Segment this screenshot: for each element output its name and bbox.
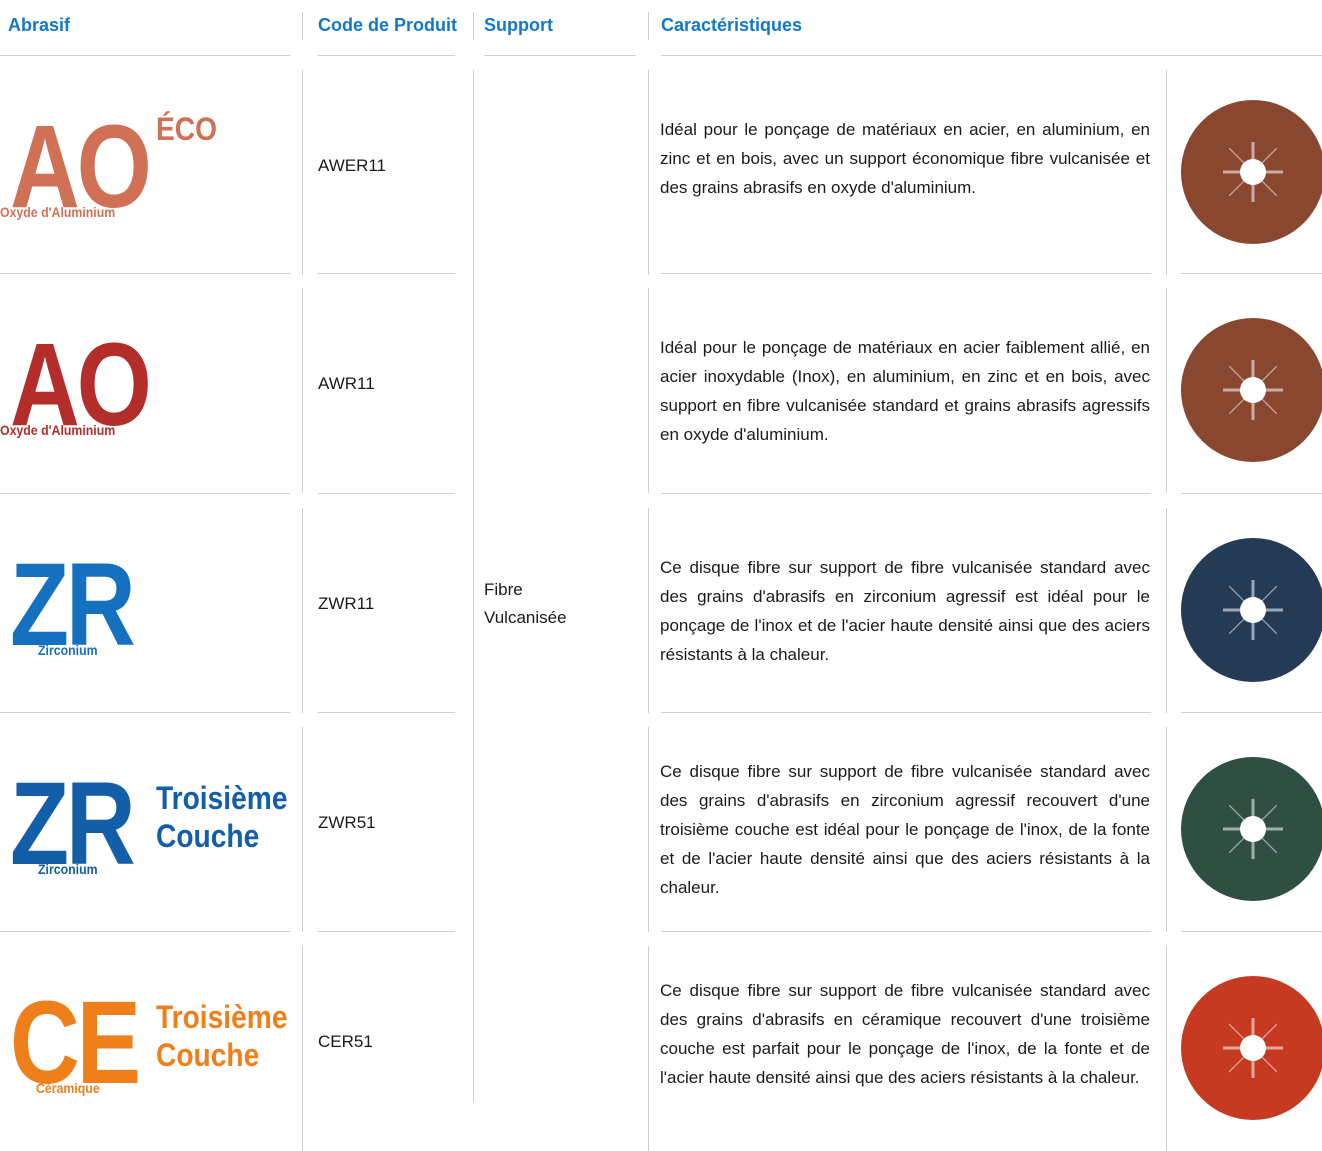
row-separator [0,493,290,494]
product-code: AWR11 [318,374,375,393]
row-separator [661,493,1151,494]
row-separator [318,931,455,932]
abrasive-disc-image [1181,538,1322,682]
abrasive-logo-subtitle: Zirconium [38,861,98,877]
row-separator [1181,712,1322,713]
abrasive-logo-subtitle: Oxyde d'Aluminium [0,204,116,220]
row-separator [318,712,455,713]
product-code: ZWR51 [318,813,376,832]
row-divider [648,288,649,493]
abrasive-logo-tag: Troisième Couche [156,999,288,1073]
abrasive-disc-image [1181,318,1322,462]
row-divider [302,508,303,713]
row-divider [1166,946,1167,1151]
abrasive-logo-subtitle: Céramique [36,1080,100,1096]
support-value: Fibre Vulcanisée [484,580,567,627]
row-divider [302,727,303,932]
support-divider [473,70,474,1102]
header-divider [648,12,649,40]
row-separator [1181,273,1322,274]
header-underline [661,55,1322,56]
product-code: AWER11 [318,156,387,175]
row-separator [1181,931,1322,932]
row-divider [1166,288,1167,493]
abrasive-logo-tag: ÉCO [156,111,218,147]
product-description: Ce disque fibre sur support de fibre vul… [660,558,1150,664]
header-underline [318,55,455,56]
row-divider [648,727,649,932]
abrasive-disc-image [1181,757,1322,901]
row-separator [0,712,290,713]
product-code: ZWR11 [318,594,375,613]
row-divider [648,70,649,275]
row-divider [648,946,649,1151]
abrasive-logo-tag: Troisième Couche [156,780,288,854]
row-divider [302,70,303,275]
header-caracteristiques: Caractéristiques [661,15,803,35]
row-separator [318,493,455,494]
product-code: CER51 [318,1032,373,1051]
row-divider [648,508,649,713]
header-underline [484,55,636,56]
product-description: Idéal pour le ponçage de matériaux en ac… [660,120,1150,197]
abrasive-logo-subtitle: Zirconium [38,642,98,658]
row-separator [318,273,455,274]
row-divider [302,946,303,1151]
abrasive-logo-subtitle: Oxyde d'Aluminium [0,422,116,438]
row-separator [661,273,1151,274]
header-code: Code de Produit [318,15,457,35]
row-separator [1181,493,1322,494]
row-divider [1166,508,1167,713]
row-separator [661,931,1151,932]
product-description: Idéal pour le ponçage de matériaux en ac… [660,338,1150,444]
header-divider [473,12,474,40]
header-divider [302,12,303,40]
row-separator [0,273,290,274]
header-support: Support [484,15,553,35]
row-separator [661,712,1151,713]
row-divider [1166,727,1167,932]
header-underline [0,55,290,56]
abrasive-disc-image [1181,100,1322,244]
row-divider [302,288,303,493]
product-description: Ce disque fibre sur support de fibre vul… [660,981,1150,1087]
row-divider [1166,70,1167,275]
product-description: Ce disque fibre sur support de fibre vul… [660,762,1150,897]
header-abrasif: Abrasif [8,15,71,35]
abrasive-disc-image [1181,976,1322,1120]
row-separator [0,931,290,932]
